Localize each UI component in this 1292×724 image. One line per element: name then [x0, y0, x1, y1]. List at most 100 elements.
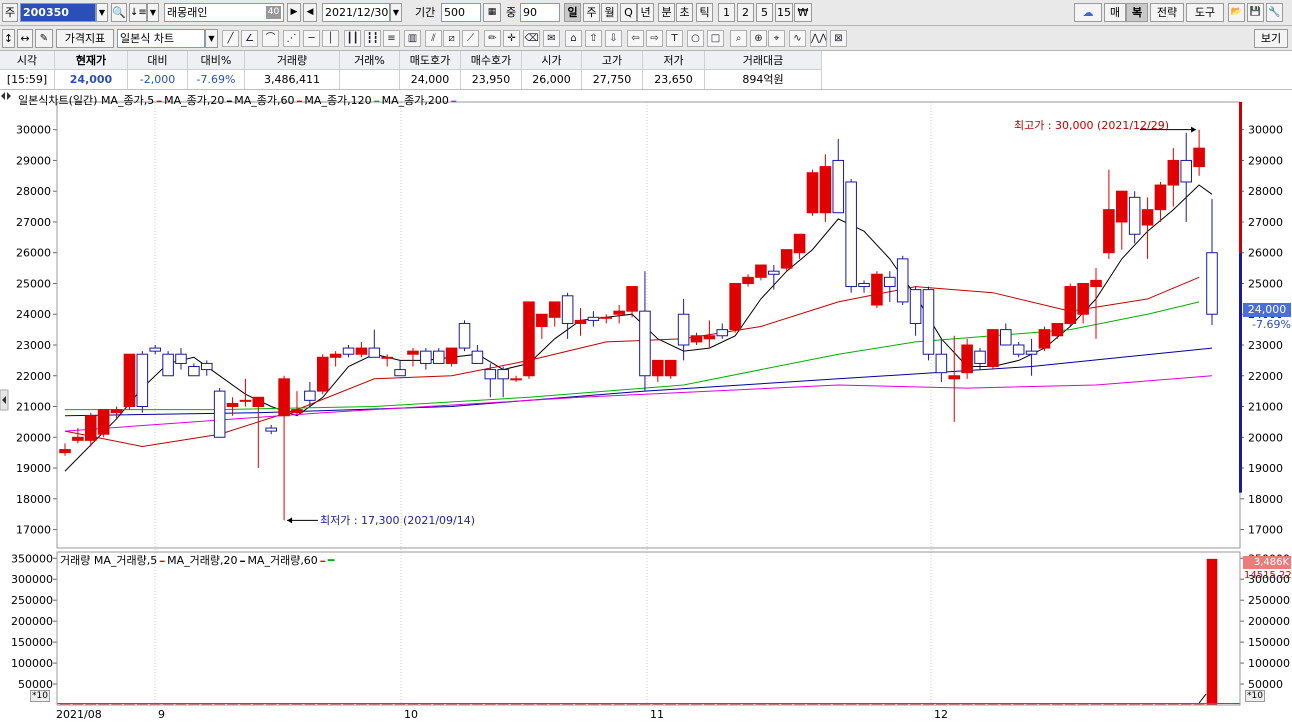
interval-button[interactable]: 2	[737, 3, 754, 22]
candle-body	[458, 322, 471, 349]
interval-button[interactable]: 월	[601, 3, 618, 22]
interval-button[interactable]: 주	[583, 3, 600, 22]
code-dropdown-icon[interactable]: ▼	[96, 3, 108, 22]
info-value	[340, 70, 400, 89]
stock-code-input[interactable]: 200350	[20, 3, 96, 22]
price-legend-label: MA_종가,120	[304, 94, 372, 107]
note-icon[interactable]: ✉	[543, 30, 560, 47]
up-down-icon[interactable]: ↕	[2, 29, 15, 48]
chart-type-dropdown-icon[interactable]: ▼	[205, 29, 218, 48]
left-arrow-icon[interactable]: ⇦	[627, 30, 644, 47]
candle-body	[587, 316, 600, 321]
legend-swatch: ━	[157, 557, 168, 566]
parallel-icon[interactable]: ⧄	[443, 30, 460, 47]
info-value: [15:59]	[0, 70, 55, 89]
info-value: 24,000	[400, 70, 461, 89]
candle	[136, 351, 149, 413]
multi-vertical-icon[interactable]: ┃┃	[344, 30, 361, 47]
price-chart[interactable]: 17000 17000 18000 18000 19000 19000 20000 20000…	[0, 90, 1292, 724]
period-grid-icon[interactable]: ▦	[483, 3, 501, 22]
toolbar-right-button-1[interactable]: 매	[1104, 3, 1126, 22]
text-tool-icon[interactable]: T	[666, 30, 683, 47]
candle-body	[136, 353, 149, 408]
wrench-icon[interactable]: 🔧	[1266, 3, 1283, 22]
market-type-button[interactable]: 주	[2, 3, 18, 22]
eraser-icon[interactable]: ⌫	[523, 30, 540, 47]
candle-body	[445, 347, 458, 364]
fib-icon[interactable]: ≡	[383, 30, 400, 47]
tools-button[interactable]: 도구	[1186, 3, 1224, 22]
won-icon[interactable]: ₩	[794, 3, 812, 22]
save-icon[interactable]: 💾	[1247, 3, 1264, 22]
zigzag-icon[interactable]: ⋀⋀	[810, 30, 827, 47]
price-tick-label: 25000	[1248, 277, 1283, 290]
sort-dropdown-icon[interactable]: ▼	[147, 3, 159, 22]
arc-tool-icon[interactable]: ⌒	[262, 30, 279, 47]
interval-button[interactable]: 15	[775, 3, 793, 22]
pencil-icon[interactable]: ✏	[484, 30, 501, 47]
high-price-annotation: 최고가 : 30,000 (2021/12/29)	[1014, 119, 1170, 132]
interval-button[interactable]: Q	[620, 3, 637, 22]
sort-icon[interactable]: ↓≡	[129, 3, 147, 22]
vertical-line-icon[interactable]: │	[322, 30, 339, 47]
ratio-icon[interactable]: ⊠	[830, 30, 847, 47]
price-tick-label: 28000	[16, 185, 51, 198]
folder-icon[interactable]: 📂	[1228, 3, 1245, 22]
angle-tool-icon[interactable]: ∠	[241, 30, 258, 47]
interval-button[interactable]: 초	[676, 3, 693, 22]
interval-button[interactable]: 틱	[696, 3, 713, 22]
candle-body	[896, 258, 909, 303]
crosshair-icon[interactable]: ⌖	[768, 30, 785, 47]
left-right-icon[interactable]: ↔	[17, 29, 33, 48]
price-legend-item: MA_종가,120 ━	[304, 94, 381, 107]
volume-change-tag: 14515.22%	[1244, 570, 1291, 581]
toolbar-right-button-2[interactable]: 복	[1126, 3, 1148, 22]
regression-icon[interactable]: ⟋	[462, 30, 479, 47]
magnify-icon[interactable]: ⊕	[750, 30, 767, 47]
info-header: 시가	[522, 51, 582, 70]
count-input[interactable]: 90	[520, 3, 560, 22]
interval-button[interactable]: 5	[756, 3, 773, 22]
x-axis-label: 12	[934, 708, 948, 721]
bars-icon[interactable]: ▥	[404, 30, 421, 47]
rect-tool-icon[interactable]: □	[707, 30, 724, 47]
view-button[interactable]: 보기	[1254, 29, 1288, 48]
volume-tick-label: 100000	[1248, 657, 1290, 670]
strategy-button[interactable]: 전략	[1150, 3, 1184, 22]
search-icon[interactable]: 🔍	[111, 3, 127, 22]
info-header: 거래량	[245, 51, 340, 70]
interval-button[interactable]: 년	[637, 3, 654, 22]
interval-button[interactable]: 분	[658, 3, 675, 22]
line-tool-icon[interactable]: ╱	[222, 30, 239, 47]
prev-arrow-icon[interactable]: ◀	[303, 3, 317, 22]
candle-body	[1116, 190, 1128, 223]
zoom-icon[interactable]: ⌕	[730, 30, 747, 47]
candle-body	[639, 310, 651, 377]
channel-icon[interactable]: ⫽	[425, 30, 442, 47]
up-arrow-icon[interactable]: ⇧	[585, 30, 602, 47]
edit-icon[interactable]: ✎	[35, 29, 53, 48]
stamp-icon[interactable]: ⌂	[565, 30, 582, 47]
period-input[interactable]: 500	[441, 3, 481, 22]
down-arrow-icon[interactable]: ⇩	[605, 30, 622, 47]
price-indicator-button[interactable]: 가격지표	[56, 29, 114, 48]
date-dropdown-icon[interactable]: ▼	[390, 3, 402, 22]
candle-body	[432, 350, 445, 364]
fan-tool-icon[interactable]: ⋰	[283, 30, 300, 47]
candle-body	[922, 289, 935, 355]
next-arrow-icon[interactable]: ▶	[287, 3, 301, 22]
interval-button[interactable]: 일	[564, 3, 581, 22]
circle-tool-icon[interactable]: ○	[687, 30, 704, 47]
candle	[97, 409, 110, 438]
interval-button[interactable]: 1	[718, 3, 735, 22]
horizontal-line-icon[interactable]: ─	[303, 30, 320, 47]
cross-icon[interactable]: ✛	[503, 30, 520, 47]
cloud-icon[interactable]: ☁	[1074, 3, 1102, 22]
legend-swatch: ━	[237, 557, 248, 566]
grid-lines-icon[interactable]: ┇┇	[364, 30, 381, 47]
right-arrow-icon[interactable]: ⇨	[646, 30, 663, 47]
date-input[interactable]: 2021/12/30	[322, 3, 390, 22]
wave-icon[interactable]: ∿	[789, 30, 806, 47]
chart-type-select[interactable]: 일본식 차트	[117, 29, 205, 48]
info-value: 23,950	[461, 70, 522, 89]
